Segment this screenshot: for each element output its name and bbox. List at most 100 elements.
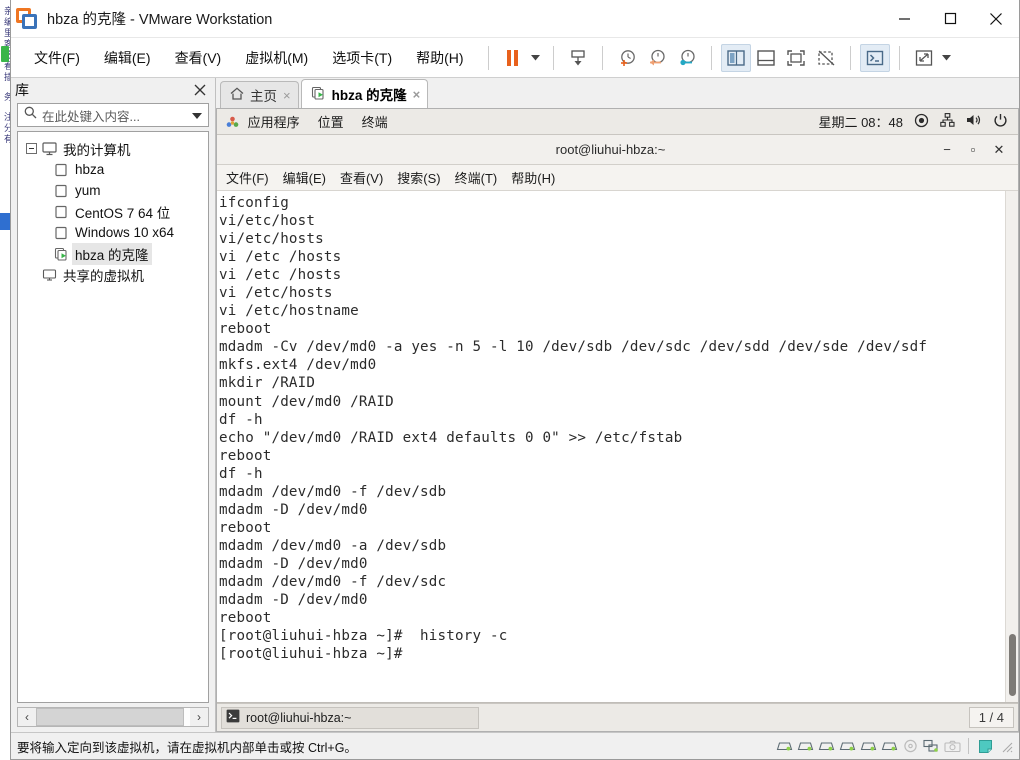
taskbar-item-label: root@liuhui-hbza:~ bbox=[246, 710, 352, 725]
network-adapter-icon[interactable] bbox=[922, 738, 940, 754]
power-icon[interactable] bbox=[993, 113, 1008, 131]
background-green-marker bbox=[1, 46, 9, 62]
terminal-output[interactable]: ifconfig vi/etc/host vi/etc/hosts vi /et… bbox=[217, 191, 1005, 702]
notes-icon[interactable] bbox=[976, 738, 994, 754]
menu-tabs[interactable]: 选项卡(T) bbox=[323, 44, 401, 72]
hard-disk-icon[interactable] bbox=[838, 738, 856, 754]
terminal-menu[interactable]: 终端 bbox=[353, 112, 397, 131]
chevron-right-icon[interactable]: › bbox=[190, 708, 208, 726]
search-icon bbox=[24, 106, 37, 124]
applications-label: 应用程序 bbox=[247, 114, 300, 130]
revert-snapshot-icon[interactable] bbox=[642, 44, 672, 72]
tab-home[interactable]: 主页 × bbox=[220, 81, 299, 108]
stretch-chevron-down-icon[interactable] bbox=[939, 44, 955, 72]
tree-item-label: CentOS 7 64 位 bbox=[75, 205, 171, 221]
stretch-icon[interactable] bbox=[909, 44, 939, 72]
console-view-icon[interactable] bbox=[859, 43, 890, 72]
scroll-thumb[interactable] bbox=[1009, 634, 1016, 696]
gnome-top-panel: 应用程序 位置 终端 星期二 08：48 bbox=[217, 109, 1018, 135]
vmware-workstation-window: 亲编里客签看插 务 注分有 hbza 的克隆 - VMware Workstat… bbox=[0, 0, 1020, 760]
tree-item-hbza-clone[interactable]: hbza 的克隆 bbox=[18, 242, 208, 265]
taskbar-item-terminal[interactable]: root@liuhui-hbza:~ bbox=[221, 706, 479, 729]
search-input[interactable]: 在此处键入内容... bbox=[42, 106, 192, 125]
terminal-menu-view[interactable]: 查看(V) bbox=[333, 166, 390, 189]
scroll-track[interactable] bbox=[36, 708, 190, 726]
tab-hbza-clone[interactable]: hbza 的克隆 × bbox=[300, 79, 429, 108]
hard-disk-icon[interactable] bbox=[817, 738, 835, 754]
fullscreen-icon[interactable] bbox=[781, 44, 811, 72]
menu-help[interactable]: 帮助(H) bbox=[407, 44, 472, 72]
menu-view[interactable]: 查看(V) bbox=[166, 44, 231, 72]
take-snapshot-icon[interactable] bbox=[612, 44, 642, 72]
collapse-icon[interactable] bbox=[26, 143, 37, 154]
gnome-desktop[interactable]: root@liuhui-hbza:~ − ▫ ✕ 文件(F) 编辑(E) 查看(… bbox=[217, 135, 1018, 731]
status-message: 要将输入定向到该虚拟机，请在虚拟机内部单击或按 Ctrl+G。 bbox=[17, 740, 357, 755]
show-thumbnails-icon[interactable] bbox=[751, 44, 781, 72]
cd-dvd-icon[interactable] bbox=[901, 738, 919, 754]
vm-icon bbox=[54, 226, 72, 240]
hard-disk-icon[interactable] bbox=[880, 738, 898, 754]
camera-icon[interactable] bbox=[943, 738, 961, 754]
menu-vm[interactable]: 虚拟机(M) bbox=[236, 44, 317, 72]
tab-close-icon[interactable]: × bbox=[413, 87, 421, 102]
hard-disk-icon[interactable] bbox=[859, 738, 877, 754]
search-box[interactable]: 在此处键入内容... bbox=[17, 103, 209, 127]
vm-icon bbox=[54, 205, 72, 219]
terminal-menu-search[interactable]: 搜索(S) bbox=[390, 166, 447, 189]
record-indicator-icon[interactable] bbox=[914, 113, 929, 131]
library-horizontal-scrollbar[interactable]: ‹ › bbox=[17, 707, 209, 727]
tab-strip: 主页 × hbza 的克隆 × bbox=[216, 78, 1019, 108]
terminal-close-button[interactable]: ✕ bbox=[986, 137, 1012, 163]
workspace-indicator[interactable]: 1 / 4 bbox=[968, 707, 1014, 728]
terminal-menu-edit[interactable]: 编辑(E) bbox=[276, 166, 333, 189]
window-title: hbza 的克隆 - VMware Workstation bbox=[47, 12, 273, 28]
tree-item-my-computer[interactable]: 我的计算机 bbox=[18, 138, 208, 159]
scroll-thumb[interactable] bbox=[36, 708, 184, 726]
terminal-scrollbar[interactable] bbox=[1005, 191, 1018, 702]
tab-close-icon[interactable]: × bbox=[283, 88, 291, 103]
terminal-window[interactable]: root@liuhui-hbza:~ − ▫ ✕ 文件(F) 编辑(E) 查看(… bbox=[217, 135, 1018, 703]
tree-item-label: Windows 10 x64 bbox=[75, 225, 175, 240]
tree-item-centos7[interactable]: CentOS 7 64 位 bbox=[18, 201, 208, 222]
vm-console[interactable]: 应用程序 位置 终端 星期二 08：48 root@liuhui-hbza:~ … bbox=[216, 108, 1019, 732]
terminal-maximize-button[interactable]: ▫ bbox=[960, 137, 986, 163]
resize-grip[interactable] bbox=[999, 739, 1013, 753]
hard-disk-icon[interactable] bbox=[796, 738, 814, 754]
applications-menu[interactable]: 应用程序 bbox=[217, 112, 309, 132]
main-window: hbza 的克隆 - VMware Workstation 文件(F) 编辑(E… bbox=[10, 0, 1020, 760]
vm-icon bbox=[54, 184, 72, 198]
pause-icon[interactable] bbox=[498, 44, 528, 72]
window-controls bbox=[881, 0, 1019, 38]
chevron-down-icon[interactable] bbox=[192, 106, 202, 124]
close-icon[interactable] bbox=[191, 81, 209, 99]
snapshot-manager-icon[interactable] bbox=[672, 44, 702, 72]
close-button[interactable] bbox=[973, 0, 1019, 38]
status-separator bbox=[968, 738, 969, 754]
tree-item-hbza[interactable]: hbza bbox=[18, 159, 208, 180]
chevron-left-icon[interactable]: ‹ bbox=[18, 708, 36, 726]
network-icon[interactable] bbox=[940, 113, 955, 130]
tree-item-yum[interactable]: yum bbox=[18, 180, 208, 201]
menu-file[interactable]: 文件(F) bbox=[25, 44, 89, 72]
show-library-icon[interactable] bbox=[720, 43, 751, 72]
tree-item-shared-vms[interactable]: 共享的虚拟机 bbox=[18, 264, 208, 285]
clock[interactable]: 星期二 08：48 bbox=[818, 112, 903, 131]
maximize-button[interactable] bbox=[927, 0, 973, 38]
places-menu[interactable]: 位置 bbox=[309, 112, 353, 131]
tree-item-label: hbza 的克隆 bbox=[72, 242, 152, 265]
hard-disk-icon[interactable] bbox=[775, 738, 793, 754]
terminal-menu-terminal[interactable]: 终端(T) bbox=[448, 166, 505, 189]
terminal-body[interactable]: ifconfig vi/etc/host vi/etc/hosts vi /et… bbox=[217, 191, 1018, 702]
terminal-menu-file[interactable]: 文件(F) bbox=[219, 166, 276, 189]
pause-chevron-down-icon[interactable] bbox=[528, 44, 544, 72]
volume-icon[interactable] bbox=[966, 113, 982, 130]
minimize-button[interactable] bbox=[881, 0, 927, 38]
tree-item-windows10[interactable]: Windows 10 x64 bbox=[18, 222, 208, 243]
menu-edit[interactable]: 编辑(E) bbox=[95, 44, 160, 72]
library-title: 库 bbox=[15, 82, 29, 98]
terminal-minimize-button[interactable]: − bbox=[934, 137, 960, 163]
terminal-menu-help[interactable]: 帮助(H) bbox=[504, 166, 562, 189]
snapshot-icon[interactable] bbox=[563, 44, 593, 72]
unity-mode-icon[interactable] bbox=[811, 44, 841, 72]
vm-tree[interactable]: 我的计算机 hbza yum CentOS 7 64 位 Windows 10 … bbox=[17, 131, 209, 703]
